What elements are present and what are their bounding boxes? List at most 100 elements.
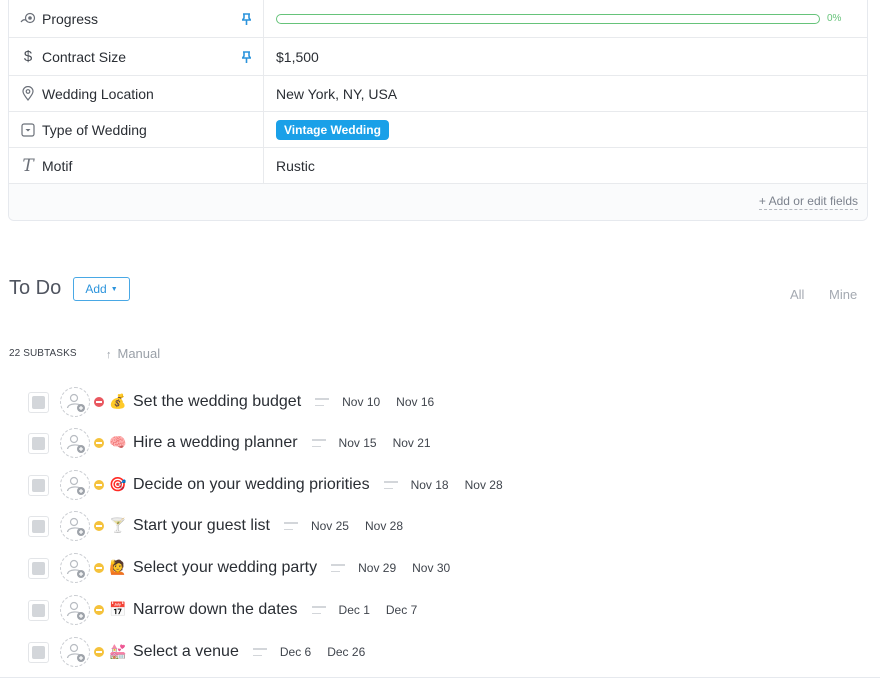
description-icon	[252, 648, 267, 656]
priority-flag-icon[interactable]	[94, 521, 104, 531]
priority-flag-icon[interactable]	[94, 563, 104, 573]
subtask-row[interactable]: 🧠 Hire a wedding planner Nov 15 Nov 21	[28, 428, 588, 458]
checkbox-fill	[32, 436, 45, 450]
due-date[interactable]: Nov 21	[393, 436, 431, 450]
due-date[interactable]: Dec 26	[327, 645, 365, 659]
subtask-checkbox[interactable]	[28, 474, 49, 496]
start-date[interactable]: Nov 29	[358, 561, 396, 575]
priority-flag-icon[interactable]	[94, 647, 104, 657]
wedding-location-value[interactable]: New York, NY, USA	[264, 76, 867, 111]
add-assignee-icon[interactable]	[60, 595, 90, 625]
checkbox-fill	[32, 603, 45, 617]
start-date[interactable]: Nov 25	[311, 519, 349, 533]
subtask-checkbox[interactable]	[28, 557, 49, 579]
calendar-icon: 📅	[109, 602, 127, 618]
subtask-checkbox[interactable]	[28, 391, 49, 413]
progress-bar	[276, 13, 820, 24]
subtask-row[interactable]: 💰 Set the wedding budget Nov 10 Nov 16	[28, 387, 588, 417]
filter-mine[interactable]: Mine	[829, 287, 857, 302]
start-date[interactable]: Nov 15	[339, 436, 377, 450]
pin-icon[interactable]	[240, 12, 252, 25]
motif-value[interactable]: Rustic	[264, 148, 867, 183]
subtask-checkbox[interactable]	[28, 599, 49, 621]
field-label-cell: Type of Wedding	[9, 112, 264, 147]
due-date[interactable]: Nov 16	[396, 395, 434, 409]
add-assignee-icon[interactable]	[60, 637, 90, 667]
wedding-chapel-icon: 💒	[109, 644, 127, 660]
field-label: Contract Size	[42, 48, 127, 65]
divider	[0, 677, 880, 678]
add-edit-fields-link[interactable]: + Add or edit fields	[758, 194, 858, 210]
checkbox-fill	[32, 645, 45, 659]
due-date[interactable]: Nov 28	[365, 519, 403, 533]
subtask-row[interactable]: 🍸 Start your guest list Nov 25 Nov 28	[28, 511, 588, 541]
priority-flag-icon[interactable]	[94, 438, 104, 448]
filter-all[interactable]: All	[790, 287, 804, 302]
priority-flag-icon[interactable]	[94, 397, 104, 407]
add-subtask-button[interactable]: Add ▼	[73, 277, 130, 301]
custom-fields-panel: Progress 0% $ Contract Size $1,500 Weddi…	[8, 0, 868, 221]
todo-section-title: To Do	[9, 277, 62, 299]
field-label: Type of Wedding	[42, 121, 147, 138]
subtask-name[interactable]: Start your guest list	[133, 517, 270, 535]
brain-icon: 🧠	[109, 435, 127, 451]
progress-percent: 0%	[827, 13, 842, 24]
field-label-cell: Wedding Location	[9, 76, 264, 111]
subtask-row[interactable]: 📅 Narrow down the dates Dec 1 Dec 7	[28, 595, 588, 625]
cocktail-icon: 🍸	[109, 518, 127, 534]
add-assignee-icon[interactable]	[60, 553, 90, 583]
subtask-row[interactable]: 🙋 Select your wedding party Nov 29 Nov 30	[28, 553, 588, 583]
subtask-checkbox[interactable]	[28, 515, 49, 537]
fields-footer: + Add or edit fields	[9, 184, 867, 220]
dollar-icon: $	[23, 48, 33, 65]
description-icon	[315, 398, 330, 406]
field-label: Motif	[42, 157, 73, 174]
type-of-wedding-value[interactable]: Vintage Wedding	[264, 112, 867, 147]
field-label: Wedding Location	[42, 85, 154, 102]
start-date[interactable]: Nov 18	[411, 478, 449, 492]
checkbox-fill	[32, 561, 45, 575]
sort-label: Manual	[117, 346, 161, 361]
checkbox-fill	[32, 519, 45, 533]
priority-flag-icon[interactable]	[94, 480, 104, 490]
subtask-name[interactable]: Set the wedding budget	[133, 393, 301, 411]
checkbox-fill	[32, 395, 45, 409]
wedding-type-tag[interactable]: Vintage Wedding	[276, 119, 389, 140]
dropdown-icon	[20, 122, 36, 138]
location-pin-icon	[20, 86, 36, 102]
field-label-cell: T Motif	[9, 148, 264, 183]
contract-size-value[interactable]: $1,500	[264, 38, 867, 75]
description-icon	[383, 481, 398, 489]
due-date[interactable]: Nov 28	[465, 478, 503, 492]
subtask-checkbox[interactable]	[28, 641, 49, 663]
field-label-cell: Progress	[9, 0, 264, 37]
subtask-name[interactable]: Decide on your wedding priorities	[133, 476, 370, 494]
subtask-name[interactable]: Hire a wedding planner	[133, 434, 298, 452]
description-icon	[283, 522, 298, 530]
field-row-contract-size: $ Contract Size $1,500	[9, 38, 867, 76]
text-icon: T	[22, 155, 34, 176]
field-row-wedding-location: Wedding Location New York, NY, USA	[9, 76, 867, 112]
subtask-row[interactable]: 🎯 Decide on your wedding priorities Nov 18…	[28, 470, 588, 500]
subtask-name[interactable]: Select your wedding party	[133, 559, 317, 577]
progress-value-cell[interactable]: 0%	[264, 0, 867, 37]
start-date[interactable]: Nov 10	[342, 395, 380, 409]
add-assignee-icon[interactable]	[60, 470, 90, 500]
raising-hand-icon: 🙋	[109, 560, 127, 576]
add-assignee-icon[interactable]	[60, 428, 90, 458]
subtask-checkbox[interactable]	[28, 432, 49, 454]
field-label: Progress	[42, 10, 99, 27]
add-assignee-icon[interactable]	[60, 387, 90, 417]
start-date[interactable]: Dec 1	[339, 603, 370, 617]
subtask-name[interactable]: Select a venue	[133, 643, 239, 661]
add-assignee-icon[interactable]	[60, 511, 90, 541]
pin-icon[interactable]	[240, 50, 252, 63]
sort-manual[interactable]: ↑ Manual	[106, 346, 160, 361]
due-date[interactable]: Dec 7	[386, 603, 417, 617]
subtask-row[interactable]: 💒 Select a venue Dec 6 Dec 26	[28, 637, 588, 667]
checkbox-fill	[32, 478, 45, 492]
due-date[interactable]: Nov 30	[412, 561, 450, 575]
subtask-name[interactable]: Narrow down the dates	[133, 601, 298, 619]
priority-flag-icon[interactable]	[94, 605, 104, 615]
start-date[interactable]: Dec 6	[280, 645, 311, 659]
